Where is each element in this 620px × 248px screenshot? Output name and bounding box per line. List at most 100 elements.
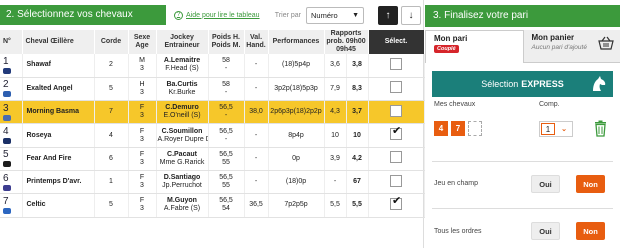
poids: 58- bbox=[208, 77, 245, 102]
bet-panel-title: 3. Finalisez votre pari bbox=[425, 5, 620, 27]
jockey-trainer: A.Lemaitre F.Head (S) bbox=[156, 54, 209, 78]
sort-label: Trier par bbox=[274, 11, 301, 19]
jockey: M.Guyon bbox=[167, 197, 197, 205]
performances: 2p6p3p(18)2p2p bbox=[268, 100, 325, 125]
table-row[interactable]: 7 Celtic 5 F 3 M.Guyon A.Fabre (S) 56,5 54 36,5 7p… bbox=[0, 193, 425, 218]
jockey: C.Pacaut bbox=[167, 150, 197, 158]
select-checkbox[interactable] bbox=[390, 81, 403, 94]
tous-les-ordres-oui-button[interactable]: Oui bbox=[531, 222, 560, 240]
select-checkbox[interactable] bbox=[390, 57, 403, 70]
divider bbox=[432, 208, 613, 209]
jockey-jacket-icon bbox=[3, 114, 11, 121]
corde: 4 bbox=[94, 123, 129, 148]
poids-m: - bbox=[224, 65, 228, 73]
jockey: D.Santiago bbox=[163, 174, 201, 182]
trainer: Mme G.Rarick bbox=[159, 158, 205, 166]
rapport-0900: 3,6 bbox=[324, 54, 347, 78]
header-perf: Performances bbox=[268, 30, 325, 54]
tous-les-ordres-non-button[interactable]: Non bbox=[576, 222, 605, 240]
express-label: Sélection bbox=[481, 79, 519, 89]
express-selection-button[interactable]: Sélection EXPRESS bbox=[432, 71, 613, 97]
jeu-en-champ-non-button[interactable]: Non bbox=[576, 175, 605, 193]
help-icon: ? bbox=[174, 10, 183, 20]
val-hand: - bbox=[244, 147, 269, 171]
rapport-0900: 3,9 bbox=[324, 147, 347, 171]
poids: 56,5- bbox=[208, 100, 245, 125]
corde: 5 bbox=[94, 193, 129, 218]
val-hand: 38,0 bbox=[244, 100, 269, 125]
bet-tabs: Mon pari Couplé Mon panier Aucun pari d'… bbox=[425, 30, 620, 63]
jockey-jacket-icon bbox=[3, 184, 11, 191]
header-select: Sélect. bbox=[368, 30, 425, 54]
tab-mon-pari-label: Mon pari bbox=[434, 34, 468, 43]
sexe: H bbox=[139, 80, 145, 88]
sort-ascending-button[interactable]: ↑ bbox=[378, 5, 398, 25]
rapport-0945: 10 bbox=[346, 123, 369, 148]
sort-select[interactable]: Numéro ▼ bbox=[306, 6, 364, 24]
arrow-up-icon: ↑ bbox=[385, 9, 391, 21]
rapport-0945: 4,2 bbox=[346, 147, 369, 171]
coupe-badge: Couplé bbox=[434, 45, 459, 53]
jockey-trainer: D.Santiago Jp.Perruchot bbox=[156, 170, 209, 195]
val-hand: - bbox=[244, 77, 269, 102]
horse-number-value: 3 bbox=[3, 102, 9, 114]
val-hand: 36,5 bbox=[244, 193, 269, 218]
horse-name: Roseya bbox=[22, 123, 95, 148]
select-cell bbox=[368, 193, 425, 218]
horse-number-value: 2 bbox=[3, 79, 9, 91]
poids: 56,5 55 bbox=[208, 147, 245, 171]
tab-mon-pari[interactable]: Mon pari Couplé bbox=[425, 30, 524, 63]
rapport-0945: 3,7 bbox=[346, 100, 369, 125]
sexe-age: F3 bbox=[128, 193, 157, 218]
help-link[interactable]: ? Aide pour lire le tableau bbox=[174, 10, 260, 20]
comp-select[interactable]: 1 ⌄ bbox=[539, 121, 573, 137]
poids-h: 56,5 bbox=[219, 197, 233, 205]
rapport-0900: 4,3 bbox=[324, 100, 347, 125]
jeu-en-champ-oui-button[interactable]: Oui bbox=[531, 175, 560, 193]
table-row[interactable]: 6 Printemps D'avr. 1 F 3 D.Santiago Jp.Perruch… bbox=[0, 170, 425, 195]
trainer: E.O'neill (S) bbox=[163, 112, 201, 120]
age: 3 bbox=[140, 182, 144, 190]
table-row[interactable]: 4Roseya4F3C.SoumillonA.Royer Dupre De56,… bbox=[0, 123, 425, 148]
trainer: A.Royer Dupre De bbox=[157, 135, 208, 143]
horse-name: Printemps D'avr. bbox=[22, 170, 95, 195]
performances: 3p2p(18)5p3p bbox=[268, 77, 325, 102]
sexe: F bbox=[139, 197, 145, 205]
selected-horse-chip[interactable]: 7 bbox=[451, 121, 465, 136]
table-row[interactable]: 3 Morning Basma 7 F 3 C.Demuro E.O'neill (S) 56… bbox=[0, 100, 425, 125]
rapport-0900: 7,9 bbox=[324, 77, 347, 102]
jockey: A.Lemaitre bbox=[163, 57, 201, 65]
table-row[interactable]: 5 Fear And Fire 6 F 3 C.Pacaut Mme G.Rarick 56,… bbox=[0, 147, 425, 171]
basket-icon bbox=[598, 36, 614, 50]
horse-number-value: 6 bbox=[3, 172, 9, 184]
selected-horse-chip[interactable]: 4 bbox=[434, 121, 448, 136]
tab-mon-panier[interactable]: Mon panier Aucun pari d'ajouté bbox=[523, 30, 620, 63]
header-sexe: Sexe Age bbox=[128, 30, 157, 54]
select-checkbox[interactable] bbox=[390, 174, 403, 187]
poids-m: - bbox=[224, 112, 228, 120]
sexe-age: F3 bbox=[128, 147, 157, 171]
select-checkbox[interactable] bbox=[390, 127, 403, 141]
horse-number-value: 1 bbox=[3, 55, 9, 67]
select-checkbox[interactable] bbox=[390, 197, 403, 210]
poids-h: 56,5 bbox=[219, 104, 233, 112]
horse-number-value: 7 bbox=[3, 195, 9, 207]
horse-name: Shawaf bbox=[22, 54, 95, 78]
poids-h: 56,5 bbox=[219, 127, 233, 135]
sort-descending-button[interactable]: ↓ bbox=[401, 5, 421, 25]
rapport-0945: 8,3 bbox=[346, 77, 369, 102]
sexe: F bbox=[139, 150, 145, 158]
corde: 6 bbox=[94, 147, 129, 171]
sexe: M bbox=[139, 57, 145, 65]
table-row[interactable]: 1 Shawaf 2 M 3 A.Lemaitre F.Head (S) 58- - (18)5p… bbox=[0, 54, 425, 78]
corde: 7 bbox=[94, 100, 129, 125]
table-row[interactable]: 2 Exalted Angel 5 H 3 Ba.Curtis Kr.Burke 58- -3p… bbox=[0, 77, 425, 102]
select-checkbox[interactable] bbox=[390, 151, 403, 164]
jockey-trainer: C.Demuro E.O'neill (S) bbox=[156, 100, 209, 125]
sexe: F bbox=[139, 104, 145, 112]
select-checkbox[interactable] bbox=[390, 104, 403, 117]
horse-number-value: 4 bbox=[3, 126, 9, 138]
sexe-age: F3 bbox=[128, 100, 157, 125]
trash-icon[interactable] bbox=[594, 120, 607, 137]
mes-chevaux-label: Mes chevaux bbox=[434, 101, 476, 108]
